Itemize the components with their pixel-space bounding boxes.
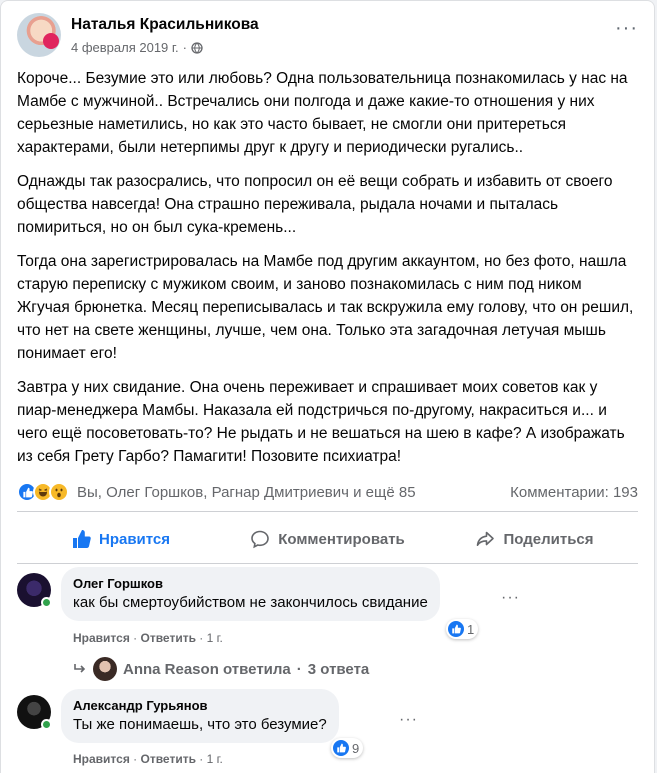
post-meta: 4 февраля 2019 г. · bbox=[71, 40, 203, 55]
comment-like-count[interactable]: 9 bbox=[331, 738, 364, 758]
divider bbox=[17, 563, 638, 564]
commenter-name[interactable]: Александр Гурьянов bbox=[73, 697, 327, 714]
post-date[interactable]: 4 февраля 2019 г. bbox=[71, 40, 179, 55]
comment-icon bbox=[251, 530, 270, 549]
comment-reply-link[interactable]: Ответить bbox=[141, 752, 196, 766]
reactions-names[interactable]: Вы, Олег Горшков, Рагнар Дмитриевич и ещ… bbox=[77, 484, 416, 501]
reactions-summary: Вы, Олег Горшков, Рагнар Дмитриевич и ещ… bbox=[17, 481, 638, 503]
comments-count[interactable]: Комментарии: 193 bbox=[510, 484, 638, 501]
like-label: Нравится bbox=[98, 530, 171, 548]
comment-like-count[interactable]: 1 bbox=[446, 619, 479, 639]
comment-likes-value: 9 bbox=[352, 740, 360, 756]
post-header: Наталья Красильникова 4 февраля 2019 г. … bbox=[17, 13, 638, 61]
globe-icon bbox=[191, 41, 203, 54]
replies-text: Anna Reason ответила bbox=[123, 660, 291, 678]
view-replies-link[interactable]: Anna Reason ответила · 3 ответа bbox=[73, 657, 369, 681]
comment-like-link[interactable]: Нравится bbox=[73, 752, 130, 766]
comment-text: как бы смертоубийством не закончилось св… bbox=[73, 594, 428, 611]
meta-separator: · bbox=[182, 40, 188, 55]
post-paragraph: Однажды так разосрались, что попросил он… bbox=[17, 173, 613, 236]
post-paragraph: Тогда она зарегистрировалась на Мамбе по… bbox=[17, 253, 634, 362]
comment-like-link[interactable]: Нравится bbox=[73, 631, 130, 645]
like-icon bbox=[72, 530, 91, 548]
like-badge-icon bbox=[448, 621, 464, 637]
comment-label: Комментировать bbox=[278, 530, 405, 548]
comment-age[interactable]: 1 г. bbox=[207, 752, 223, 766]
reply-author-avatar bbox=[93, 657, 117, 681]
divider bbox=[17, 511, 638, 512]
share-button[interactable]: Поделиться bbox=[431, 519, 638, 559]
like-badge-icon bbox=[333, 740, 349, 756]
comment-bubble: Александр Гурьянов Ты же понимаешь, что … bbox=[61, 689, 339, 743]
post-body: Короче... Безумие это или любовь? Одна п… bbox=[17, 67, 634, 479]
like-button[interactable]: Нравится bbox=[17, 519, 224, 559]
post-actions: Нравится Комментировать Поделиться bbox=[17, 519, 638, 559]
comment-likes-value: 1 bbox=[467, 621, 475, 637]
reaction-icons[interactable] bbox=[17, 482, 69, 502]
comment-bubble: Олег Горшков как бы смертоубийством не з… bbox=[61, 567, 440, 621]
comment-age[interactable]: 1 г. bbox=[207, 631, 223, 645]
comment-options-icon[interactable]: ··· bbox=[399, 711, 418, 729]
reply-arrow-icon bbox=[74, 664, 86, 673]
online-status-icon bbox=[41, 597, 52, 608]
share-label: Поделиться bbox=[503, 530, 594, 548]
online-status-icon bbox=[41, 719, 52, 730]
comment-options-icon[interactable]: ··· bbox=[501, 589, 520, 607]
wow-reaction-icon bbox=[49, 482, 69, 502]
comment: Олег Горшков как бы смертоубийством не з… bbox=[17, 567, 637, 657]
author-name[interactable]: Наталья Красильникова bbox=[71, 16, 259, 34]
post-card: Наталья Красильникова 4 февраля 2019 г. … bbox=[0, 0, 655, 773]
comment-actions: Нравится · Ответить · 1 г. bbox=[73, 631, 223, 645]
post-paragraph: Завтра у них свидание. Она очень пережив… bbox=[17, 379, 625, 465]
author-avatar[interactable] bbox=[17, 13, 61, 57]
comment-actions: Нравится · Ответить · 1 г. bbox=[73, 752, 223, 766]
commenter-name[interactable]: Олег Горшков bbox=[73, 575, 428, 592]
comment-button[interactable]: Комментировать bbox=[224, 519, 431, 559]
share-icon bbox=[477, 531, 495, 546]
comment-text: Ты же понимаешь, что это безумие? bbox=[73, 716, 327, 733]
replies-separator: · bbox=[296, 660, 302, 678]
comment: Александр Гурьянов Ты же понимаешь, что … bbox=[17, 689, 637, 773]
comment-reply-link[interactable]: Ответить bbox=[141, 631, 196, 645]
post-paragraph: Короче... Безумие это или любовь? Одна п… bbox=[17, 70, 628, 156]
replies-count: 3 ответа bbox=[307, 660, 370, 678]
more-options-icon[interactable]: ··· bbox=[615, 18, 638, 38]
